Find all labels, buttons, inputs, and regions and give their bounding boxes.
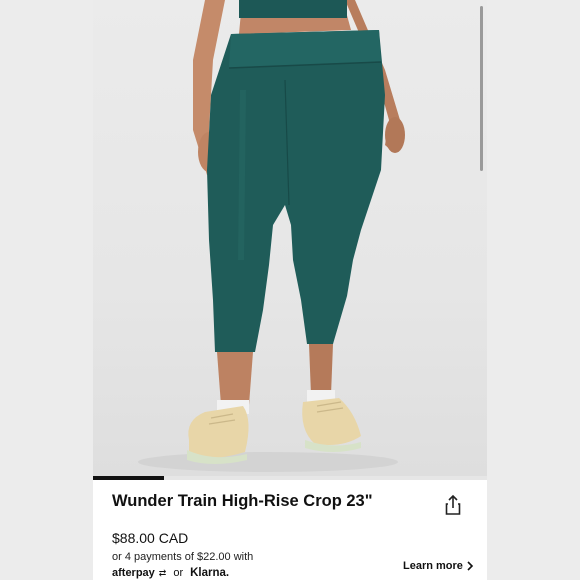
or-label: or xyxy=(173,567,184,579)
product-title: Wunder Train High-Rise Crop 23" xyxy=(112,492,373,510)
installments-text: or 4 payments of $22.00 with xyxy=(112,551,254,563)
klarna-logo[interactable]: Klarna. xyxy=(190,567,229,579)
payment-options: afterpay ⇄ or Klarna. xyxy=(112,567,229,579)
product-price: $88.00 CAD xyxy=(112,530,189,546)
gallery-progress-track xyxy=(93,476,487,480)
afterpay-loop-icon: ⇄ xyxy=(158,567,167,578)
share-icon[interactable] xyxy=(443,494,463,516)
learn-more-link[interactable]: Learn more xyxy=(403,560,474,572)
chevron-right-icon xyxy=(467,561,474,571)
product-card: Wunder Train High-Rise Crop 23" $88.00 C… xyxy=(93,0,487,580)
afterpay-logo[interactable]: afterpay xyxy=(112,567,155,579)
product-image[interactable] xyxy=(93,0,487,478)
gallery-progress-indicator xyxy=(93,476,164,480)
product-photo-illustration xyxy=(138,0,405,472)
image-scrollbar[interactable] xyxy=(480,6,483,171)
learn-more-label: Learn more xyxy=(403,560,463,572)
